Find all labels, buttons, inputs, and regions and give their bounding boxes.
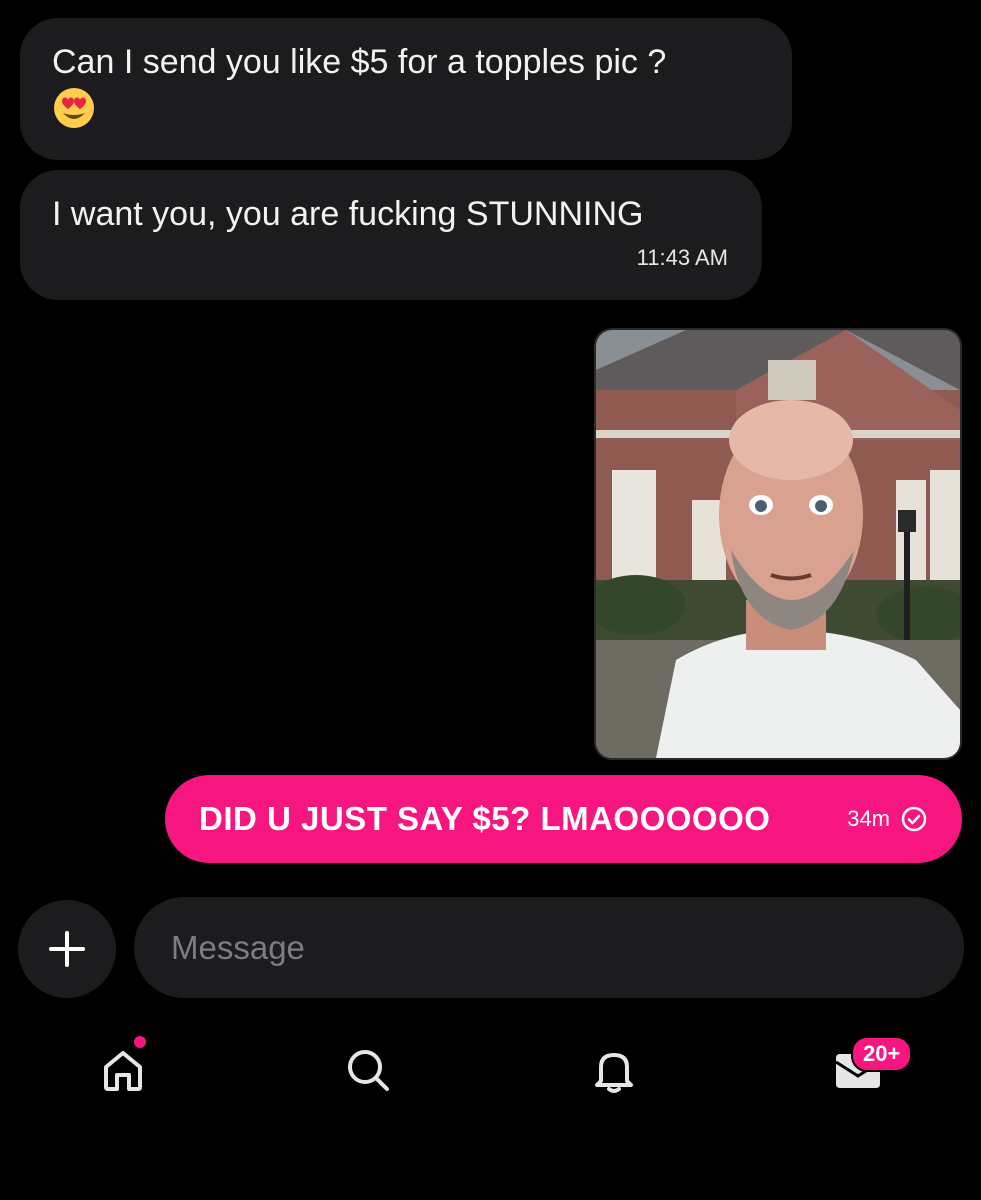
nav-search[interactable] (342, 1044, 394, 1096)
message-timestamp: 34m (847, 806, 890, 831)
outgoing-message-bubble[interactable]: DID U JUST SAY $5? LMAOOOOOO 34m (165, 775, 962, 863)
incoming-message-bubble[interactable]: I want you, you are fucking STUNNING 11:… (20, 170, 762, 300)
nav-home[interactable] (97, 1044, 149, 1096)
inbox-count-badge: 20+ (851, 1036, 913, 1072)
incoming-message-bubble[interactable]: Can I send you like $5 for a topples pic… (20, 18, 792, 160)
search-icon (348, 1050, 389, 1091)
add-attachment-button[interactable] (18, 900, 116, 998)
message-input-placeholder: Message (171, 928, 305, 966)
gif-image[interactable] (594, 328, 962, 760)
bell-icon (595, 1053, 633, 1093)
plus-icon (49, 931, 85, 967)
check-circle-icon (901, 806, 927, 832)
nav-notifications[interactable] (588, 1044, 640, 1096)
message-text: Can I send you like $5 for a topples pic… (52, 43, 667, 81)
home-icon (104, 1051, 142, 1091)
message-input[interactable]: Message (134, 897, 964, 998)
message-timestamp: 11:43 AM (636, 245, 728, 270)
message-text: DID U JUST SAY $5? LMAOOOOOO (199, 800, 771, 837)
notification-dot (134, 1036, 146, 1048)
heart-eyes-emoji-icon (54, 88, 94, 129)
message-text: I want you, you are fucking STUNNING (52, 195, 644, 233)
